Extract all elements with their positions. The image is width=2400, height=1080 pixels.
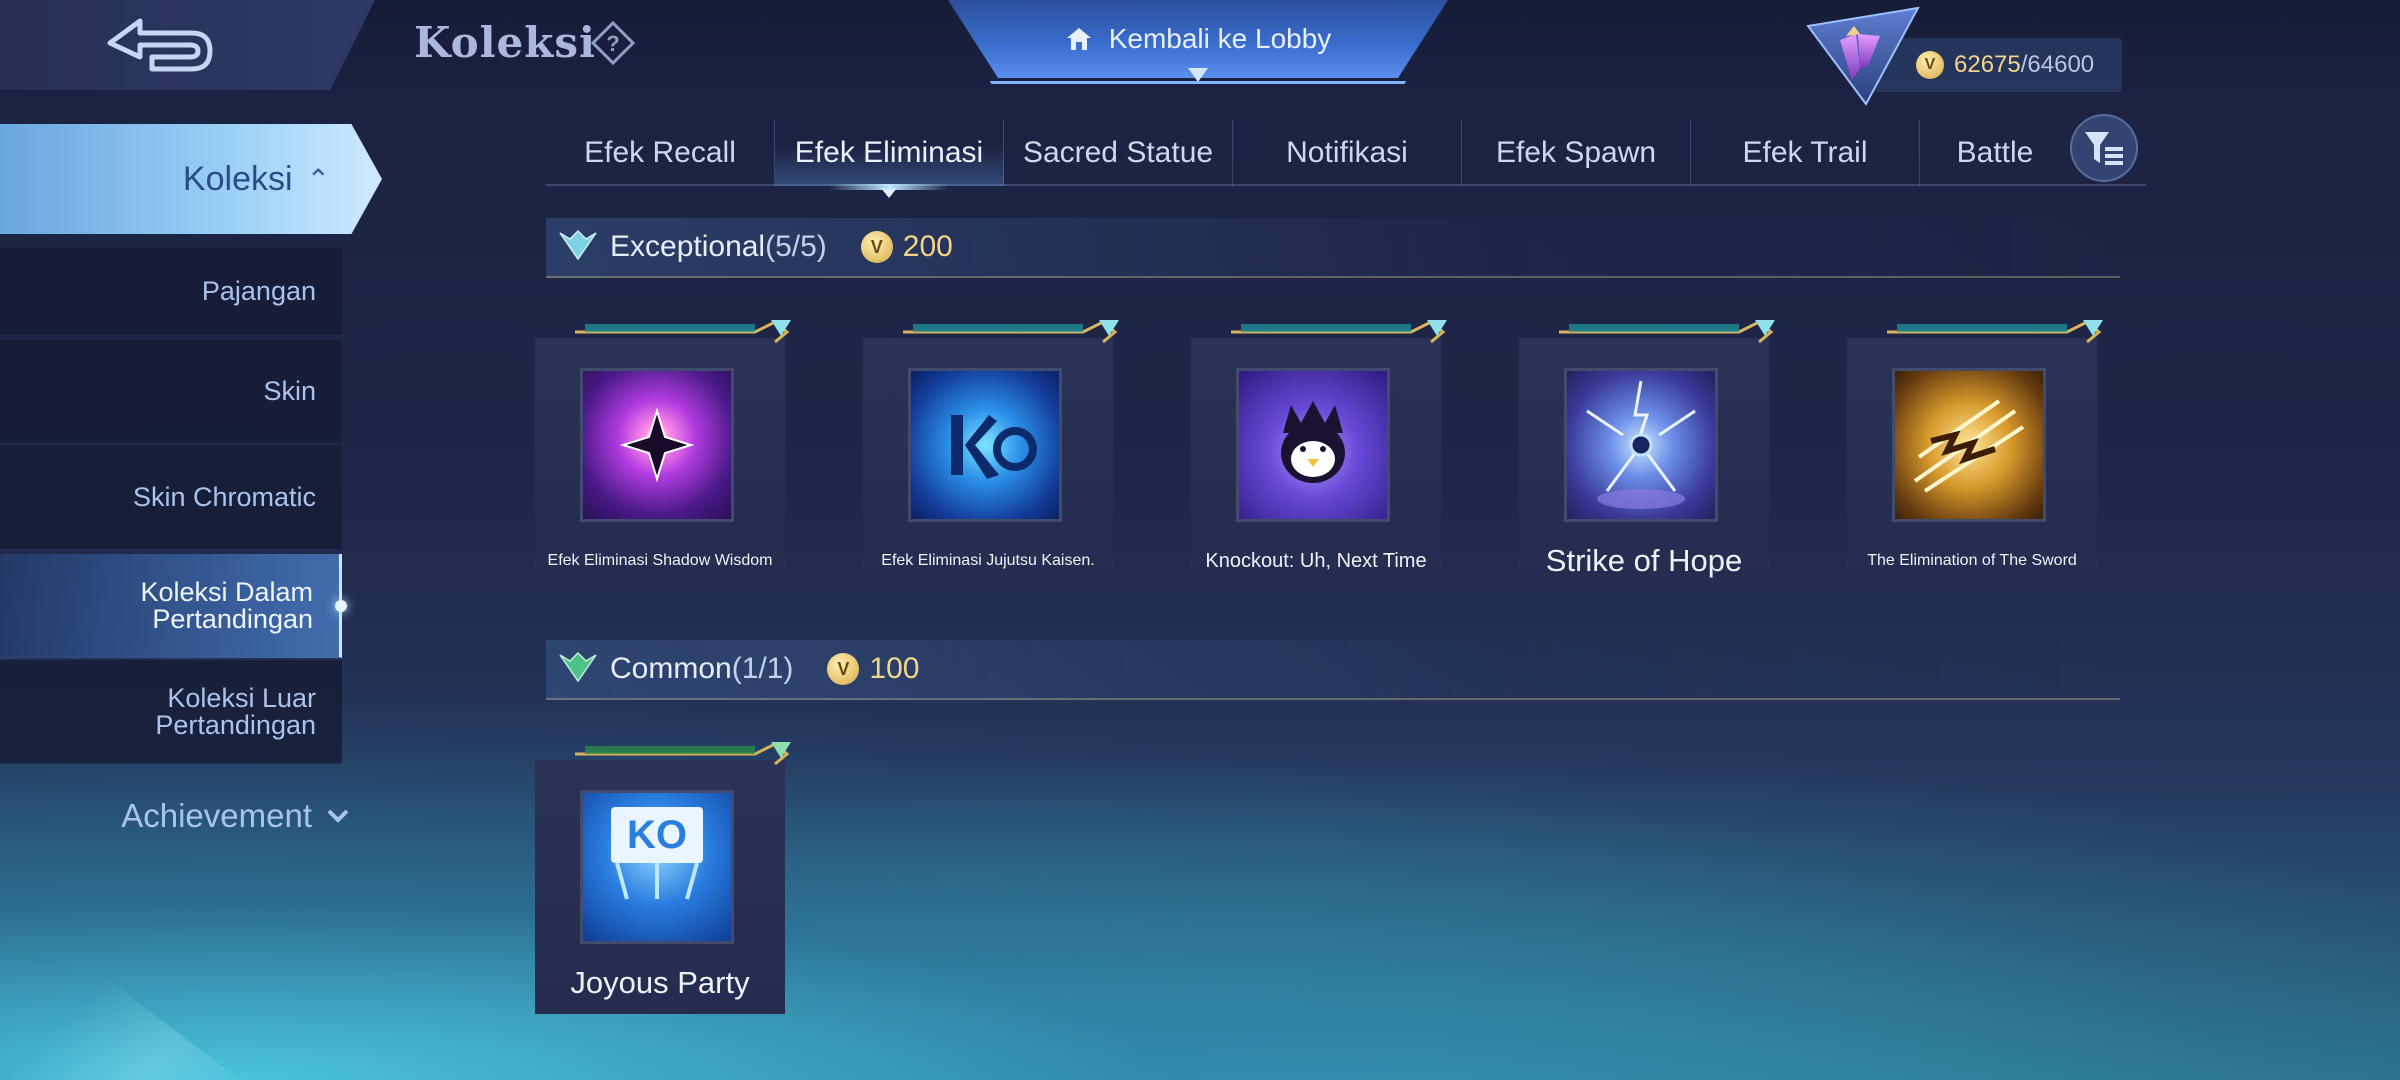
sidebar-item-skin[interactable]: Skin [0,340,342,444]
section-count: (1/1) [731,652,794,685]
page-title: Koleksi [414,18,596,67]
tab-efek-recall[interactable]: Efek Recall [546,120,775,186]
sidebar-item-koleksi-dalam-pertandingan[interactable]: Koleksi Dalam Pertandingan [0,554,342,658]
item-name: The Elimination of The Sword [1867,552,2077,570]
card-ribbon [575,742,791,766]
back-arrow-icon [107,18,212,72]
chevron-up-icon: ⌃ [306,163,330,195]
section-price-value: 100 [869,652,920,685]
tab-efek-eliminasi[interactable]: Efek Eliminasi [775,120,1004,186]
card-ribbon [575,320,791,344]
exceptional-tier-icon [559,229,597,261]
lobby-label: Kembali ke Lobby [1108,23,1332,54]
item-card[interactable]: Efek Eliminasi Shadow Wisdom [535,320,791,592]
points-current: 62675 [1954,51,2021,78]
joyous-party-thumbnail: KO [580,790,734,944]
sword-elimination-thumbnail [1892,368,2046,522]
sidebar-item-koleksi-luar-pertandingan[interactable]: Koleksi Luar Pertandingan [0,660,342,764]
sidebar-item-label: Koleksi Dalam Pertandingan [140,576,313,634]
tab-battle[interactable]: Battle [1920,120,2070,186]
section-price: V 100 [827,652,919,686]
section-price-value: 200 [902,230,953,263]
item-name: Efek Eliminasi Jujutsu Kaisen. [881,552,1095,570]
sidebar-item-pajangan[interactable]: Pajangan [0,248,342,336]
section-exceptional-header: Exceptional(5/5) V 200 [546,218,2120,278]
card-ribbon [1559,320,1775,344]
filter-button[interactable] [2070,114,2138,182]
achievement-label: Achievement [121,797,312,834]
section-title: Common [610,652,732,685]
card-ribbon [1887,320,2103,344]
item-name: Strike of Hope [1545,542,1743,578]
item-name: Knockout: Uh, Next Time [1205,550,1427,572]
section-common-header: Common(1/1) V 100 [546,640,2120,700]
sidebar-item-label: Skin Chromatic [132,482,316,512]
item-name: Efek Eliminasi Shadow Wisdom [547,552,773,570]
shadow-wisdom-thumbnail [580,368,734,522]
item-name: Joyous Party [570,964,750,1000]
item-card[interactable]: Strike of Hope [1519,320,1775,592]
tab-label: Battle [1956,136,2034,169]
jujutsu-kaisen-thumbnail [908,368,1062,522]
background-glow [0,660,2400,1080]
background-shard [0,898,240,1080]
tab-label: Sacred Statue [1022,136,1214,169]
item-card[interactable]: KO Joyous Party [535,742,791,1014]
back-button[interactable] [0,0,375,90]
collection-coin-icon: V [827,653,860,685]
tab-label: Efek Recall [584,136,736,169]
item-card[interactable]: The Elimination of The Sword [1847,320,2103,592]
strike-of-hope-thumbnail [1564,368,1718,522]
help-icon[interactable]: ? [590,20,636,66]
filter-icon [2085,132,2123,165]
sidebar-item-label: Koleksi Luar Pertandingan [155,682,316,740]
section-price: V 200 [860,230,953,264]
collection-coin-icon: V [860,231,893,263]
sidebar-koleksi[interactable]: Koleksi ⌃ [0,124,382,234]
card-ribbon [903,320,1119,344]
sidebar-achievement[interactable]: Achievement [0,788,358,844]
ko-sign-text: KO [627,812,687,857]
tab-label: Efek Spawn [1495,136,1657,169]
chevron-down-icon [327,809,349,823]
common-tier-icon [559,651,597,683]
tab-label: Efek Eliminasi [794,136,984,169]
sidebar-koleksi-label: Koleksi [182,159,293,198]
item-card[interactable]: Efek Eliminasi Jujutsu Kaisen. [863,320,1119,592]
tab-efek-spawn[interactable]: Efek Spawn [1462,120,1691,186]
category-tabs: Efek Recall Efek Eliminasi Sacred Statue… [546,120,2146,186]
knockout-thumbnail [1236,368,1390,522]
home-icon [1066,28,1091,50]
back-to-lobby-button[interactable]: Kembali ke Lobby [948,0,1448,78]
tab-efek-trail[interactable]: Efek Trail [1691,120,1920,186]
tab-sacred-statue[interactable]: Sacred Statue [1004,120,1233,186]
rank-badge-icon [1806,6,1920,106]
tab-notifikasi[interactable]: Notifikasi [1233,120,1462,186]
svg-text:?: ? [606,31,619,56]
section-count: (5/5) [765,230,827,263]
sidebar-item-label: Pajangan [201,276,316,306]
points-max: /64600 [2020,51,2095,78]
item-card[interactable]: Knockout: Uh, Next Time [1191,320,1447,592]
section-title: Exceptional [610,230,766,263]
tab-label: Notifikasi [1286,136,1408,169]
sidebar-item-skin-chromatic[interactable]: Skin Chromatic [0,446,342,550]
card-ribbon [1231,320,1447,344]
sidebar-item-label: Skin [263,376,316,406]
tab-label: Efek Trail [1742,136,1868,169]
